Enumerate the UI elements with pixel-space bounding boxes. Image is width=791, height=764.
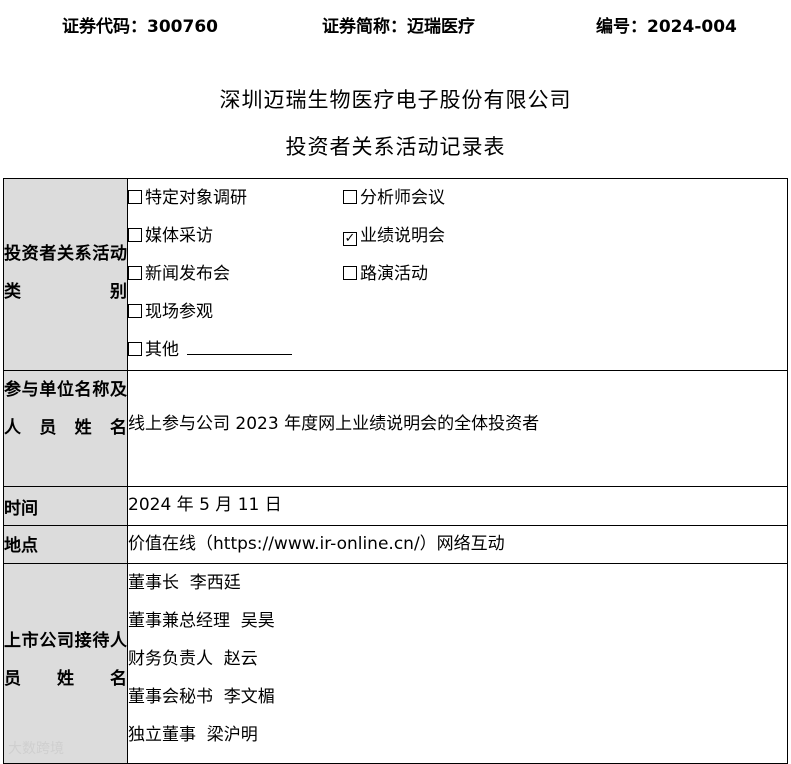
host-person: 财务负责人 赵云 [128,649,258,669]
category-option-label: 现场参观 [145,302,213,322]
category-label: 投资者关系活动类别 [4,244,127,302]
participants-value: 线上参与公司 2023 年度网上业绩说明会的全体投资者 [128,414,540,434]
category-options-cell: 特定对象调研 分析师会议媒体采访 ✓ 业绩说明会新闻发布会 路演活动现场参观其他 [127,178,788,371]
table-row: 参与单位名称及人员姓名 线上参与公司 2023 年度网上业绩说明会的全体投资者 [3,370,788,487]
other-blank-line [187,336,292,355]
checked-box-icon[interactable]: ✓ [343,232,357,246]
record-table: 投资者关系活动类别 特定对象调研 分析师会议媒体采访 ✓ 业绩说明会新闻发布会 路演活动… [3,178,788,764]
category-option-label: 新闻发布会 [145,264,230,284]
location-label-cell: 地点 [3,525,128,564]
category-options: 特定对象调研 分析师会议媒体采访 ✓ 业绩说明会新闻发布会 路演活动现场参观其他 [128,179,787,369]
category-option-label: 媒体采访 [145,226,213,246]
category-option[interactable]: 媒体采访 [128,217,213,255]
location-value-cell: 价值在线（https://www.ir-online.cn/）网络互动 [127,525,788,564]
table-row: 投资者关系活动类别 特定对象调研 分析师会议媒体采访 ✓ 业绩说明会新闻发布会 路演活动… [3,178,788,371]
hosts-value-cell: 董事长 李西廷董事兼总经理 吴昊 财务负责人 赵云 董事会秘书 李文楣 独立董事 梁沪… [127,563,788,764]
form-title: 投资者关系活动记录表 [285,135,506,159]
category-label-cell: 投资者关系活动类别 [3,178,128,371]
table-row: 上市公司接待人员姓名 董事长 李西廷董事兼总经理 吴昊 财务负责人 赵云 董事会秘书… [3,563,788,764]
participants-label-cell: 参与单位名称及人员姓名 [3,370,128,487]
table-row: 地点 价值在线（https://www.ir-online.cn/）网络互动 [3,525,788,564]
time-value-cell: 2024 年 5 月 11 日 [127,486,788,526]
participants-label: 参与单位名称及人员姓名 [4,380,127,438]
security-code: 证券代码：300760 [62,17,218,37]
document-number: 编号：2024-004 [596,17,737,37]
document-header: 证券代码：300760 证券简称：迈瑞医疗 编号：2024-004 [0,8,791,37]
host-person: 董事兼总经理 吴昊 [128,611,275,631]
unchecked-box-icon[interactable] [128,304,142,318]
host-person: 董事会秘书 李文楣 [128,687,275,707]
category-option-label: 特定对象调研 [145,188,247,208]
hosts-label-cell: 上市公司接待人员姓名 [3,563,128,764]
host-person: 董事长 李西廷 [128,573,241,593]
category-option-label: 业绩说明会 [360,226,445,246]
unchecked-box-icon[interactable] [128,228,142,242]
category-option[interactable]: 路演活动 [343,255,428,293]
unchecked-box-icon[interactable] [128,190,142,204]
category-option-label: 分析师会议 [360,188,445,208]
category-option[interactable]: 现场参观 [128,293,213,331]
location-value: 价值在线（https://www.ir-online.cn/）网络互动 [128,534,505,554]
unchecked-box-icon[interactable] [128,266,142,280]
unchecked-box-icon[interactable] [343,266,357,280]
unchecked-box-icon[interactable] [343,190,357,204]
category-option[interactable]: 新闻发布会 [128,255,230,293]
category-option-label: 路演活动 [360,264,428,284]
security-short-name: 证券简称：迈瑞医疗 [322,17,475,37]
hosts-label: 上市公司接待人员姓名 [4,631,127,689]
category-option-label: 其他 [145,340,179,360]
category-option[interactable]: 特定对象调研 [128,179,247,217]
category-option[interactable]: ✓ 业绩说明会 [343,217,445,255]
category-option[interactable]: 其他 [128,331,292,369]
table-row: 时间 2024 年 5 月 11 日 [3,486,788,526]
watermark: 大数跨境 [8,741,64,757]
time-label: 时间 [4,499,38,519]
participants-value-cell: 线上参与公司 2023 年度网上业绩说明会的全体投资者 [127,370,788,487]
time-label-cell: 时间 [3,486,128,526]
category-option[interactable]: 分析师会议 [343,179,445,217]
company-title: 深圳迈瑞生物医疗电子股份有限公司 [219,88,572,112]
hosts-list: 董事长 李西廷董事兼总经理 吴昊 财务负责人 赵云 董事会秘书 李文楣 独立董事 梁沪… [128,564,787,754]
host-person: 独立董事 梁沪明 [128,725,258,745]
location-label: 地点 [4,536,38,556]
time-value: 2024 年 5 月 11 日 [128,495,282,515]
unchecked-box-icon[interactable] [128,342,142,356]
